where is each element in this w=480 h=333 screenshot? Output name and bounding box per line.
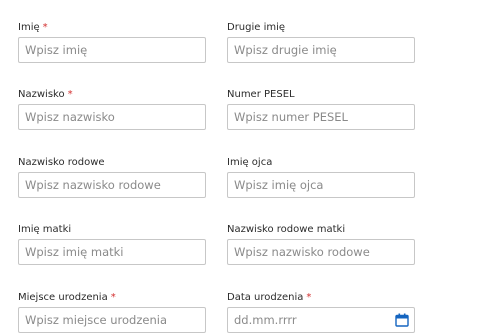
field-middle-name: Drugie imię: [227, 22, 417, 63]
maiden-name-input[interactable]: [18, 172, 206, 198]
required-marker: *: [306, 292, 312, 303]
field-father-name: Imię ojca: [227, 157, 417, 198]
field-maiden-name: Nazwisko rodowe: [18, 157, 208, 198]
field-birthplace: Miejsce urodzenia *: [18, 292, 208, 333]
mother-maiden-name-label: Nazwisko rodowe matki: [227, 224, 346, 235]
calendar-icon[interactable]: [395, 313, 409, 327]
birthplace-label: Miejsce urodzenia *: [18, 292, 116, 303]
first-name-input[interactable]: [18, 37, 206, 63]
birth-date-input[interactable]: [227, 307, 415, 333]
mother-maiden-name-input[interactable]: [227, 239, 415, 265]
first-name-label: Imię *: [18, 22, 48, 33]
field-pesel: Numer PESEL: [227, 89, 417, 130]
last-name-label: Nazwisko *: [18, 89, 73, 100]
maiden-name-label: Nazwisko rodowe: [18, 157, 105, 168]
required-marker: *: [42, 22, 48, 33]
father-name-label: Imię ojca: [227, 157, 273, 168]
mother-name-input[interactable]: [18, 239, 206, 265]
middle-name-input[interactable]: [227, 37, 415, 63]
field-mother-maiden-name: Nazwisko rodowe matki: [227, 224, 417, 265]
field-first-name: Imię *: [18, 22, 208, 63]
field-last-name: Nazwisko *: [18, 89, 208, 130]
last-name-input[interactable]: [18, 104, 206, 130]
birth-date-label: Data urodzenia *: [227, 292, 312, 303]
middle-name-label: Drugie imię: [227, 22, 286, 33]
birthplace-input[interactable]: [18, 307, 206, 333]
required-marker: *: [67, 89, 73, 100]
field-birth-date: Data urodzenia *: [227, 292, 417, 333]
father-name-input[interactable]: [227, 172, 415, 198]
required-marker: *: [110, 292, 116, 303]
pesel-input[interactable]: [227, 104, 415, 130]
mother-name-label: Imię matki: [18, 224, 72, 235]
field-mother-name: Imię matki: [18, 224, 208, 265]
pesel-label: Numer PESEL: [227, 89, 295, 100]
